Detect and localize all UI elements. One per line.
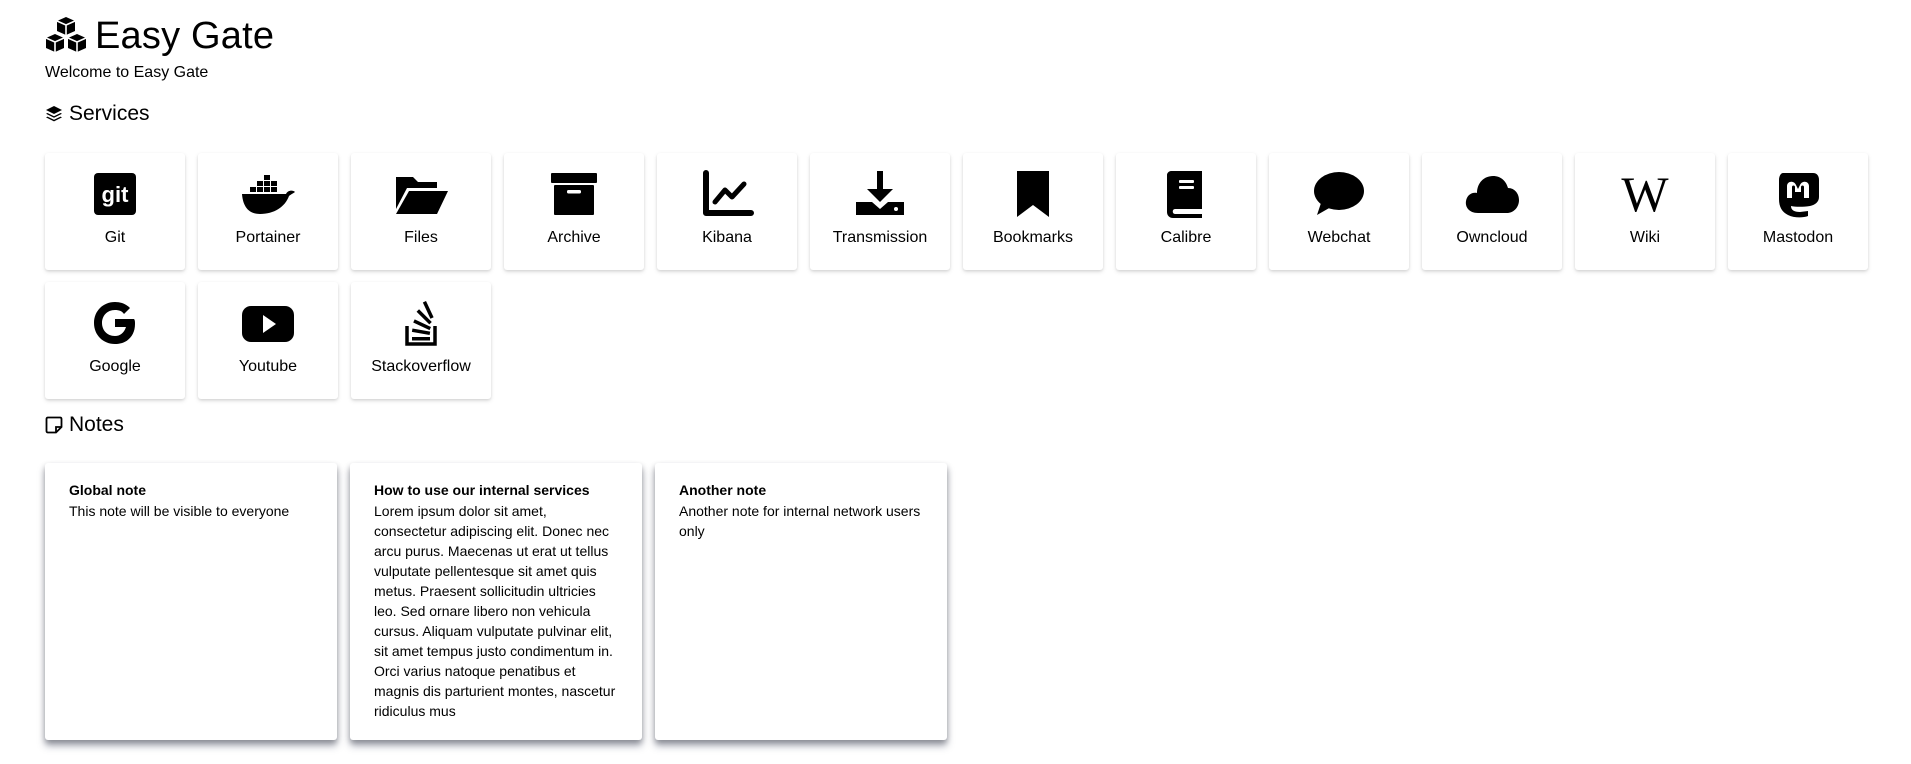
wikipedia-icon: W (1621, 169, 1669, 219)
download-icon (856, 171, 904, 215)
service-label: Webchat (1307, 229, 1371, 246)
service-label: Calibre (1160, 229, 1212, 246)
service-card-git[interactable]: git Git (45, 153, 185, 270)
google-icon (94, 302, 135, 344)
service-icon-wrap: git (85, 167, 145, 221)
service-icon-wrap (238, 167, 298, 221)
svg-text:git: git (102, 182, 130, 207)
folder-open-icon (396, 177, 448, 214)
git-icon: git (94, 173, 136, 215)
cubes-icon (45, 17, 87, 52)
app-title: Easy Gate (95, 14, 275, 57)
service-card-kibana[interactable]: Kibana (657, 153, 797, 270)
service-card-bookmarks[interactable]: Bookmarks (963, 153, 1103, 270)
service-card-files[interactable]: Files (351, 153, 491, 270)
services-heading-label: Services (69, 102, 150, 125)
service-label: Archive (547, 229, 601, 246)
service-card-archive[interactable]: Archive (504, 153, 644, 270)
note-body: Lorem ipsum dolor sit amet, consectetur … (374, 503, 616, 719)
service-card-transmission[interactable]: Transmission (810, 153, 950, 270)
service-card-webchat[interactable]: Webchat (1269, 153, 1409, 270)
service-icon-wrap (1768, 167, 1828, 221)
cloud-icon (1465, 176, 1519, 213)
service-label: Mastodon (1762, 229, 1834, 246)
service-label: Google (89, 358, 141, 375)
service-icon-wrap (85, 296, 145, 350)
service-card-portainer[interactable]: Portainer (198, 153, 338, 270)
note-title: Another note (679, 482, 767, 498)
service-card-mastodon[interactable]: Mastodon (1728, 153, 1868, 270)
note-body: Another note for internal network users … (679, 503, 921, 539)
svg-text:W: W (1621, 169, 1669, 219)
service-label: Kibana (702, 229, 752, 246)
service-label: Files (404, 229, 438, 246)
service-card-google[interactable]: Google (45, 282, 185, 399)
service-label: Git (104, 229, 126, 246)
service-icon-wrap (850, 167, 910, 221)
page-header: Easy Gate Welcome to Easy Gate (45, 14, 274, 82)
service-label: Wiki (1629, 229, 1661, 246)
service-label: Youtube (238, 358, 298, 375)
service-card-owncloud[interactable]: Owncloud (1422, 153, 1562, 270)
note-title: Global note (69, 482, 146, 498)
note-card: Another note Another note for internal n… (655, 463, 947, 740)
bookmark-icon (1017, 171, 1049, 217)
service-label: Transmission (832, 229, 928, 246)
archive-box-icon (551, 173, 597, 215)
service-icon-wrap (1156, 167, 1216, 221)
mastodon-icon (1779, 173, 1819, 218)
docker-icon (242, 175, 295, 214)
service-card-youtube[interactable]: Youtube (198, 282, 338, 399)
service-label: Portainer (235, 229, 301, 246)
service-label: Owncloud (1456, 229, 1528, 246)
note-body: This note will be visible to everyone (69, 503, 290, 519)
service-icon-wrap: W (1615, 167, 1675, 221)
service-icon-wrap (238, 296, 298, 350)
note-card: How to use our internal services Lorem i… (350, 463, 642, 740)
comment-icon (1314, 172, 1364, 215)
services-heading: Services (45, 102, 150, 126)
notes-heading-label: Notes (69, 413, 124, 436)
service-icon-wrap (391, 167, 451, 221)
services-grid: git Git Portainer Files Archive Kibana T… (45, 153, 1875, 399)
service-icon-wrap (1462, 167, 1522, 221)
service-icon-wrap (1003, 167, 1063, 221)
notes-heading: Notes (45, 413, 124, 437)
service-label: Stackoverflow (371, 358, 471, 375)
youtube-icon (242, 306, 294, 342)
note-title: How to use our internal services (374, 482, 590, 498)
service-label: Bookmarks (992, 229, 1074, 246)
service-card-stackoverflow[interactable]: Stackoverflow (351, 282, 491, 399)
chart-line-icon (703, 170, 754, 216)
service-icon-wrap (1309, 167, 1369, 221)
notes-grid: Global note This note will be visible to… (45, 463, 947, 740)
service-card-calibre[interactable]: Calibre (1116, 153, 1256, 270)
note-card: Global note This note will be visible to… (45, 463, 337, 740)
stackoverflow-icon (405, 300, 437, 346)
app-subtitle: Welcome to Easy Gate (45, 64, 209, 81)
book-icon (1167, 171, 1202, 218)
sticky-note-icon (45, 416, 63, 434)
service-card-wiki[interactable]: W Wiki (1575, 153, 1715, 270)
layer-group-icon (46, 106, 62, 122)
service-icon-wrap (391, 296, 451, 350)
title-row: Easy Gate (45, 14, 274, 58)
service-icon-wrap (544, 167, 604, 221)
service-icon-wrap (697, 167, 757, 221)
